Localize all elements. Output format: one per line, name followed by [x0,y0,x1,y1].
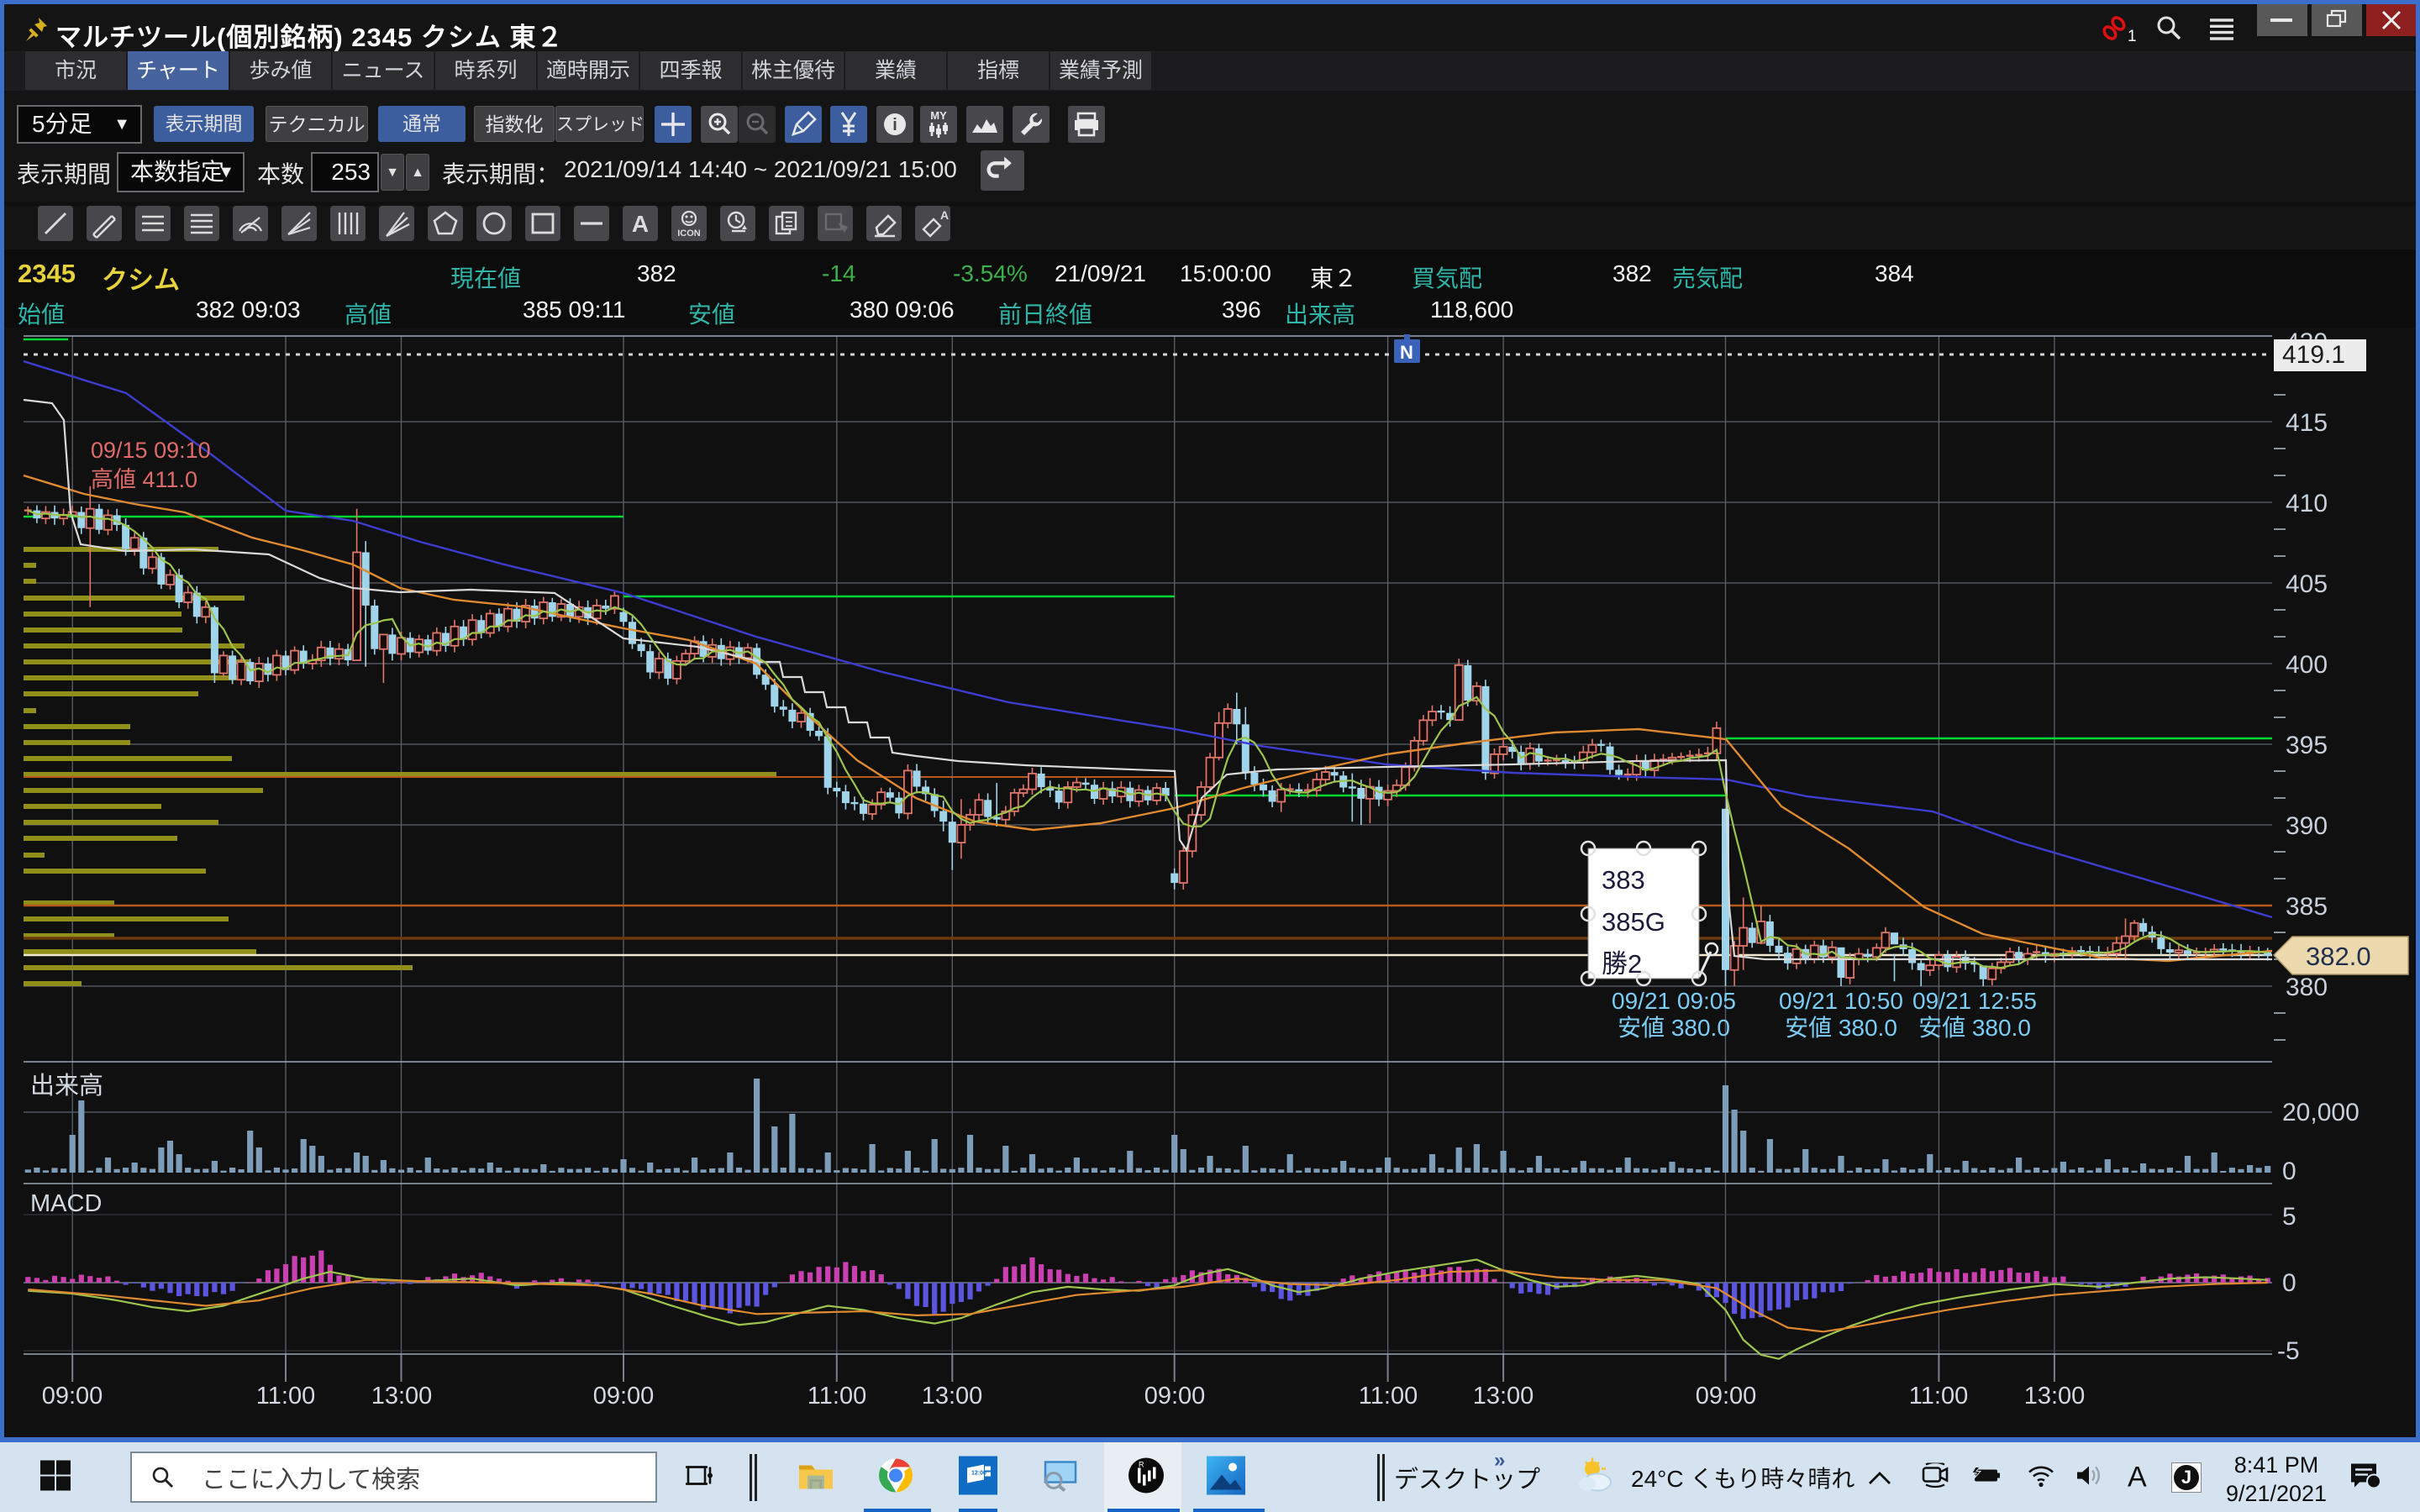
svg-text:高値 411.0: 高値 411.0 [91,467,197,492]
svg-text:09:00: 09:00 [593,1383,655,1410]
svg-text:395: 395 [2286,732,2328,759]
svg-text:09/21 09:05: 09/21 09:05 [1612,988,1736,1014]
svg-text:MACD: MACD [30,1190,102,1217]
svg-text:390: 390 [2286,812,2328,840]
svg-text:405: 405 [2286,570,2328,598]
svg-text:09/15 09:10: 09/15 09:10 [91,438,211,463]
svg-text:419.1: 419.1 [2282,341,2345,369]
svg-text:勝2: 勝2 [1602,949,1642,979]
svg-text:13:00: 13:00 [922,1383,983,1410]
svg-text:11:00: 11:00 [1359,1383,1418,1410]
svg-text:出来高: 出来高 [30,1072,103,1100]
svg-text:13:00: 13:00 [1473,1383,1534,1410]
svg-text:N: N [1400,342,1413,363]
svg-text:383: 383 [1602,865,1645,895]
svg-text:5: 5 [2282,1203,2296,1231]
svg-text:12:00: 12:00 [971,1470,986,1476]
svg-text:410: 410 [2286,490,2328,517]
svg-text:0: 0 [2282,1158,2296,1185]
svg-text:385G: 385G [1602,907,1665,937]
svg-text:安値 380.0: 安値 380.0 [1918,1015,2031,1041]
svg-text:20,000: 20,000 [2282,1099,2360,1126]
svg-text:385: 385 [2286,893,2328,921]
svg-text:382.0: 382.0 [2306,942,2371,971]
svg-text:11:00: 11:00 [1909,1383,1968,1410]
svg-text:安値 380.0: 安値 380.0 [1785,1015,1897,1041]
svg-text:13:00: 13:00 [371,1383,433,1410]
svg-text:13:00: 13:00 [2024,1383,2086,1410]
svg-text:09:00: 09:00 [1696,1383,1757,1410]
svg-text:11:00: 11:00 [808,1383,866,1410]
svg-text:-5: -5 [2277,1337,2300,1365]
svg-text:0: 0 [2282,1269,2296,1297]
svg-text:415: 415 [2286,409,2328,437]
svg-text:09:00: 09:00 [42,1383,103,1410]
svg-text:380: 380 [2286,974,2328,1001]
svg-text:09/21 10:50: 09/21 10:50 [1779,988,1903,1014]
svg-text:09/21 12:55: 09/21 12:55 [1912,988,2037,1014]
svg-text:安値 380.0: 安値 380.0 [1618,1015,1730,1041]
svg-text:11:00: 11:00 [256,1383,315,1410]
svg-text:09:00: 09:00 [1144,1383,1206,1410]
svg-text:400: 400 [2286,651,2328,679]
svg-text:R: R [1139,1460,1144,1468]
